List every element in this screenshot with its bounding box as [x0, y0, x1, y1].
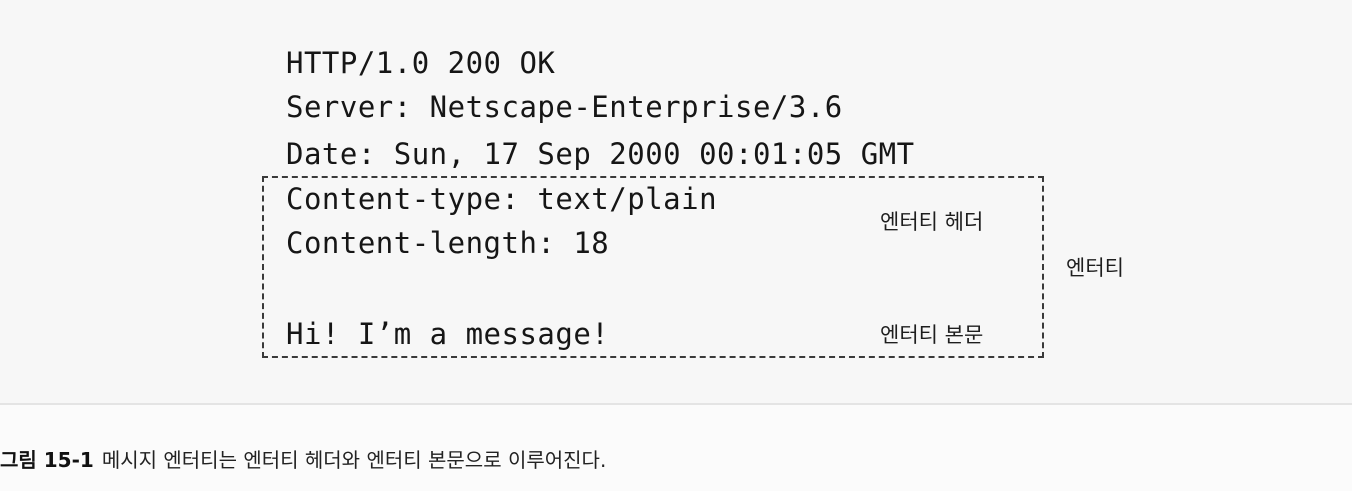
figure-number: 그림 15-1: [0, 448, 94, 472]
entity-body-line: Hi! I’m a message!: [286, 317, 610, 351]
date-header-line: Date: Sun, 17 Sep 2000 00:01:05 GMT: [286, 137, 915, 171]
caption-text: 메시지 엔터티는 엔터티 헤더와 엔터티 본문으로 이루어진다.: [101, 448, 607, 472]
entity-body-label: 엔터티 본문: [880, 323, 984, 347]
content-type-header-line: Content-type: text/plain: [286, 182, 718, 216]
content-length-header-line: Content-length: 18: [286, 226, 610, 260]
status-line: HTTP/1.0 200 OK: [286, 46, 556, 80]
figure-panel: HTTP/1.0 200 OK Server: Netscape-Enterpr…: [0, 0, 1352, 405]
figure-caption: 그림 15-1 메시지 엔터티는 엔터티 헤더와 엔터티 본문으로 이루어진다.: [0, 446, 606, 474]
server-header-line: Server: Netscape-Enterprise/3.6: [286, 90, 843, 124]
entity-label: 엔터티: [1066, 256, 1124, 280]
entity-header-label: 엔터티 헤더: [880, 210, 984, 234]
